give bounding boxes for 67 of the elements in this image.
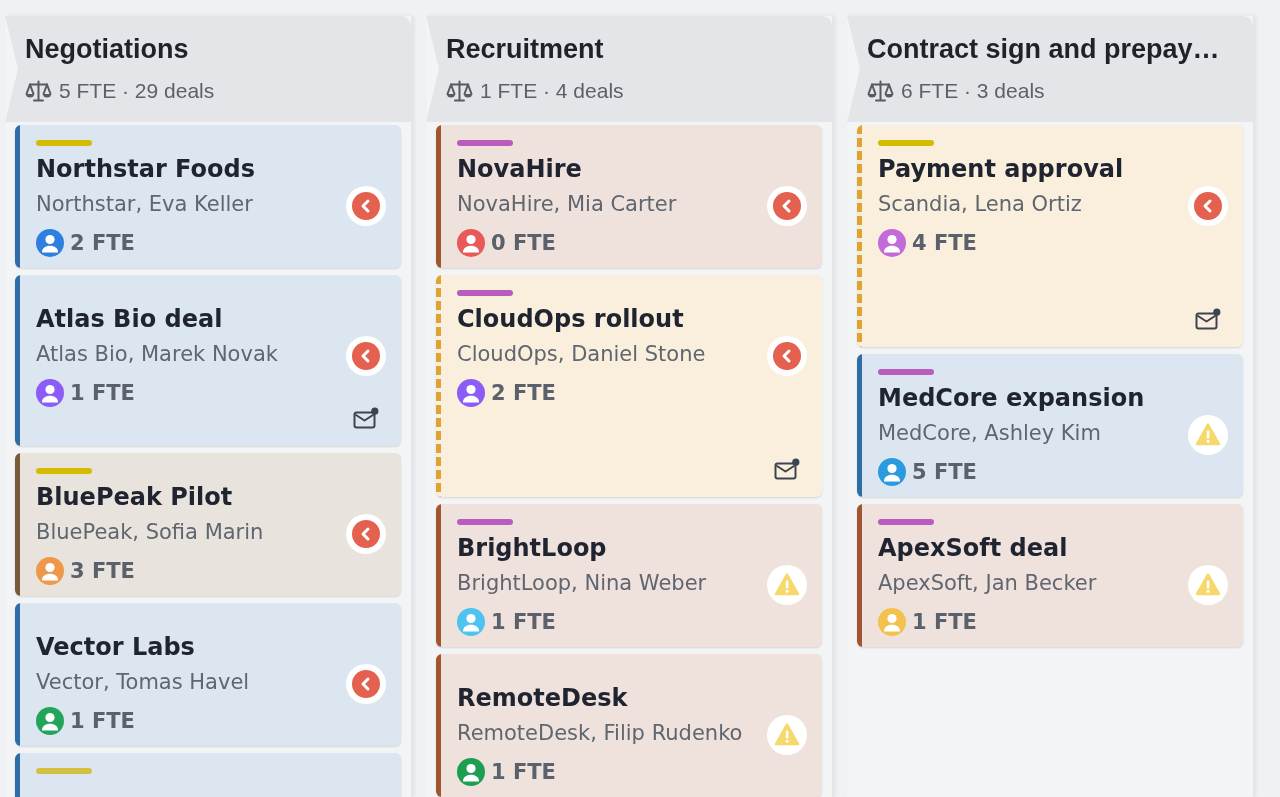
deal-card[interactable]: RemoteDesk RemoteDesk, Filip Rudenko 1 FTE	[436, 654, 822, 797]
deal-title: BrightLoop	[457, 534, 608, 562]
deal-card[interactable]: Payment approval Scandia, Lena Ortiz 4 FTE	[857, 125, 1243, 347]
chevron-left-icon	[1194, 192, 1222, 220]
back-button[interactable]	[1188, 186, 1228, 226]
deal-title: Northstar Foods	[36, 155, 256, 183]
chevron-left-icon	[352, 670, 380, 698]
deal-title: Atlas Bio deal	[36, 305, 224, 333]
fte-count: 1 FTE	[70, 380, 135, 406]
company-contact: CloudOps, Daniel Stone	[457, 341, 707, 367]
company-contact: BrightLoop, Nina Weber	[457, 570, 708, 596]
column-title: Recruitment	[446, 34, 605, 64]
company-contact: Scandia, Lena Ortiz	[878, 191, 1083, 217]
company-contact: MedCore, Ashley Kim	[878, 420, 1102, 446]
deal-card[interactable]: MedCore expansion MedCore, Ashley Kim 5 FTE	[857, 354, 1243, 497]
deal-card[interactable]: Vector Labs Vector, Tomas Havel 1 FTE	[15, 603, 401, 746]
company-contact: Atlas Bio, Marek Novak	[36, 341, 279, 367]
fte-count: 4 FTE	[912, 230, 977, 256]
column-summary: 6 FTE · 3 deals	[901, 79, 1045, 103]
company-contact: NovaHire, Mia Carter	[457, 191, 678, 217]
company-contact: RemoteDesk, Filip Rudenko	[457, 720, 744, 746]
fte-count: 2 FTE	[70, 230, 135, 256]
deal-card[interactable]: NovaHire NovaHire, Mia Carter 0 FTE	[436, 125, 822, 268]
back-button[interactable]	[767, 336, 807, 376]
fte-count: 1 FTE	[491, 759, 556, 785]
company-contact: ApexSoft, Jan Becker	[878, 570, 1098, 596]
column-title: Contract sign and prepay…	[867, 34, 1221, 64]
back-button[interactable]	[767, 186, 807, 226]
company-contact: Vector, Tomas Havel	[36, 669, 251, 695]
fte-count: 1 FTE	[912, 609, 977, 635]
company-contact: Northstar, Eva Keller	[36, 191, 254, 217]
deal-card[interactable]: Northstar Foods Northstar, Eva Keller 2 FTE	[15, 125, 401, 268]
deal-card[interactable]: BluePeak Pilot BluePeak, Sofia Marin 3 FTE	[15, 453, 401, 596]
deal-title: Vector Labs	[36, 633, 196, 661]
fte-count: 0 FTE	[491, 230, 556, 256]
chevron-left-icon	[352, 192, 380, 220]
deal-title: NovaHire	[457, 155, 583, 183]
scale-icon	[446, 80, 473, 102]
chevron-left-icon	[773, 192, 801, 220]
deal-title: RemoteDesk	[457, 684, 629, 712]
chevron-left-icon	[773, 342, 801, 370]
fte-count: 1 FTE	[491, 609, 556, 635]
deal-title: Payment approval	[878, 155, 1125, 183]
fte-count: 5 FTE	[912, 459, 977, 485]
column-title: Negotiations	[25, 34, 190, 64]
column-summary: 5 FTE · 29 deals	[59, 79, 215, 103]
back-button[interactable]	[346, 186, 386, 226]
back-button[interactable]	[346, 664, 386, 704]
chevron-left-icon	[352, 520, 380, 548]
deal-card[interactable]: BrightLoop BrightLoop, Nina Weber 1 FTE	[436, 504, 822, 647]
column-summary: 1 FTE · 4 deals	[480, 79, 624, 103]
back-button[interactable]	[346, 336, 386, 376]
deal-card[interactable]: ApexSoft deal ApexSoft, Jan Becker 1 FTE	[857, 504, 1243, 647]
scale-icon	[867, 80, 894, 102]
fte-count: 2 FTE	[491, 380, 556, 406]
chevron-left-icon	[352, 342, 380, 370]
fte-count: 3 FTE	[70, 558, 135, 584]
deal-card[interactable]: Atlas Bio deal Atlas Bio, Marek Novak 1 FTE	[15, 275, 401, 446]
company-contact: BluePeak, Sofia Marin	[36, 519, 265, 545]
deal-title: MedCore expansion	[878, 384, 1146, 412]
back-button[interactable]	[346, 514, 386, 554]
fte-count: 1 FTE	[70, 708, 135, 734]
deal-card[interactable]: CloudOps rollout CloudOps, Daniel Stone 2 FTE	[436, 275, 822, 497]
deal-title: BluePeak Pilot	[36, 483, 234, 511]
scale-icon	[25, 80, 52, 102]
deal-title: ApexSoft deal	[878, 534, 1069, 562]
deal-title: CloudOps rollout	[457, 305, 685, 333]
